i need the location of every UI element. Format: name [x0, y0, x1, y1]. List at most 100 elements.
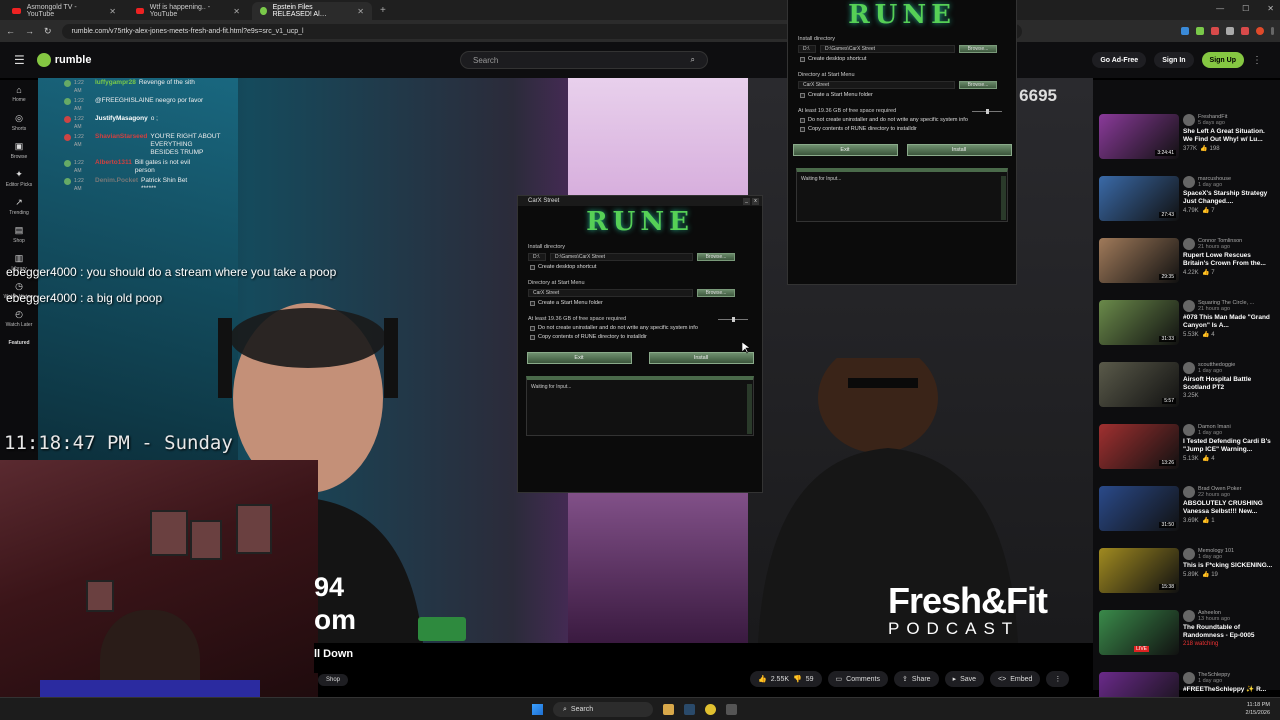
embed-button[interactable]: <> Embed — [990, 671, 1041, 687]
close-tab-icon[interactable]: ✕ — [357, 7, 364, 16]
sidebar-item-trending[interactable]: ↗ Trending — [0, 192, 38, 220]
sidebar-item-shop[interactable]: ▤ Shop — [0, 220, 38, 248]
install-button[interactable]: Install — [648, 352, 754, 364]
avatar[interactable] — [1183, 362, 1195, 374]
video-title[interactable]: The Roundtable of Randomness - Ep-0005 — [1183, 624, 1274, 640]
video-thumbnail[interactable]: 13:26 — [1099, 424, 1179, 469]
video-thumbnail[interactable]: 15:38 — [1099, 548, 1179, 593]
avatar[interactable] — [1183, 238, 1195, 250]
installer-window[interactable]: CarX Street _ x RUNE Install directory D… — [517, 195, 763, 493]
sidebar-item-home[interactable]: ⌂ Home — [0, 80, 38, 108]
install-directory-field[interactable]: D:\Games\CarX Street — [550, 253, 693, 261]
shop-button[interactable]: Shop — [318, 674, 349, 686]
browse-start-menu-button[interactable]: Browse... — [959, 81, 997, 89]
avatar[interactable] — [1183, 114, 1195, 126]
video-thumbnail[interactable]: 29:35 — [1099, 238, 1179, 283]
video-thumbnail[interactable]: 27:43 — [1099, 176, 1179, 221]
comments-button[interactable]: ▭ Comments — [827, 671, 888, 687]
window-titlebar[interactable]: CarX Street _ x — [518, 196, 762, 206]
start-menu-field[interactable]: CarX Street — [528, 289, 693, 297]
recommended-video[interactable]: 15:38 Memology 101 1 day ago This is F*ckin… — [1099, 548, 1274, 608]
menu-icon[interactable] — [1271, 27, 1274, 35]
avatar[interactable] — [1183, 548, 1195, 560]
video-thumbnail[interactable]: 5:57 — [1099, 362, 1179, 407]
browse-install-button[interactable]: Browse... — [697, 253, 735, 261]
video-title[interactable]: Airsoft Hospital Battle Scotland PT2 — [1183, 376, 1274, 392]
install-button[interactable]: Install — [906, 144, 1012, 156]
volume-slider[interactable] — [718, 316, 748, 322]
taskbar-search[interactable]: ⌕ Search — [553, 702, 653, 717]
close-window-icon[interactable]: ✕ — [1267, 4, 1274, 13]
recommended-video[interactable]: 5:57 scoutthedoggie 1 day ago Airsoft Hospi… — [1099, 362, 1274, 422]
back-icon[interactable]: ← — [6, 26, 15, 36]
drive-selector[interactable]: D:\ — [798, 45, 816, 53]
close-tab-icon[interactable]: ✕ — [109, 7, 116, 16]
search-input[interactable]: Search ⌕ — [460, 51, 708, 69]
maximize-icon[interactable]: ☐ — [1242, 4, 1249, 13]
avatar[interactable] — [1183, 486, 1195, 498]
avatar[interactable] — [1183, 176, 1195, 188]
no-uninstaller-checkbox[interactable]: Do not create uninstaller and do not wri… — [518, 325, 762, 331]
like-button[interactable]: 👍 2.55K 👎 59 — [750, 671, 822, 687]
close-tab-icon[interactable]: ✕ — [233, 7, 240, 16]
steam-icon[interactable] — [684, 704, 695, 715]
sidebar-item-editor-picks[interactable]: ✦ Editor Picks — [0, 164, 38, 192]
video-thumbnail[interactable]: 31:50 — [1099, 486, 1179, 531]
video-thumbnail[interactable]: 31:33 — [1099, 300, 1179, 345]
copy-contents-checkbox[interactable]: Copy contents of RUNE directory to insta… — [518, 334, 762, 340]
exit-button[interactable]: Exit — [526, 352, 632, 364]
drive-selector[interactable]: D:\ — [528, 253, 546, 261]
browse-start-menu-button[interactable]: Browse... — [697, 289, 735, 297]
app-icon[interactable] — [726, 704, 737, 715]
recommended-video[interactable]: 31:50 Brad Owen Poker 22 hours ago ABSOLUTE… — [1099, 486, 1274, 546]
forward-icon[interactable]: → — [25, 26, 34, 36]
sidebar-item-shorts[interactable]: ◎ Shorts — [0, 108, 38, 136]
no-uninstaller-checkbox[interactable]: Do not create uninstaller and do not wri… — [788, 117, 1016, 123]
avatar[interactable] — [1183, 424, 1195, 436]
avatar[interactable] — [1183, 300, 1195, 312]
browse-install-button[interactable]: Browse... — [959, 45, 997, 53]
install-directory-field[interactable]: D:\Games\CarX Street — [820, 45, 955, 53]
close-window-icon[interactable]: x — [752, 197, 759, 205]
search-icon[interactable]: ⌕ — [691, 55, 695, 65]
extension-icon[interactable] — [1196, 27, 1204, 35]
sidebar-item-watch-later[interactable]: ◴ Watch Later — [0, 304, 38, 332]
start-menu-folder-checkbox[interactable]: Create a Start Menu folder — [518, 300, 762, 306]
recommended-video[interactable]: LIVE Asheelon 13 hours ago The Roundtable o… — [1099, 610, 1274, 670]
video-title[interactable]: ABSOLUTELY CRUSHING Vanessa Selbst!!! Ne… — [1183, 500, 1274, 516]
start-menu-field[interactable]: CarX Street — [798, 81, 955, 89]
recommended-video[interactable]: 13:26 Damon Imani 1 day ago I Tested Defend… — [1099, 424, 1274, 484]
video-title[interactable]: I Tested Defending Cardi B's "Jump ICE" … — [1183, 438, 1274, 454]
profile-icon[interactable] — [1256, 27, 1264, 35]
reload-icon[interactable]: ↻ — [44, 26, 52, 37]
extension-icon[interactable] — [1241, 27, 1249, 35]
browser-tab-active[interactable]: Epstein Files RELEASED! Al… ✕ — [252, 2, 372, 20]
volume-slider[interactable] — [972, 108, 1002, 114]
avatar[interactable] — [1183, 610, 1195, 622]
video-title[interactable]: This is F*cking SICKENING... — [1183, 562, 1274, 570]
browser-tab[interactable]: Asmongold TV - YouTube ✕ — [4, 2, 124, 20]
more-options-icon[interactable]: ⋮ — [1252, 55, 1262, 66]
sign-in-button[interactable]: Sign In — [1154, 52, 1194, 68]
video-title[interactable]: She Left A Great Situation. We Find Out … — [1183, 128, 1274, 144]
log-scrollbar[interactable] — [1001, 176, 1006, 220]
save-button[interactable]: ▸ Save — [944, 671, 985, 687]
minimize-icon[interactable]: — — [1216, 4, 1224, 13]
video-title[interactable]: #FREETheSchleppy ✨ R... — [1183, 686, 1274, 694]
recommended-video[interactable]: 31:33 Squaring The Circle, ... 21 hours ag… — [1099, 300, 1274, 360]
video-thumbnail[interactable]: 3:24:41 — [1099, 114, 1179, 159]
rumble-logo[interactable]: rumble — [36, 53, 91, 67]
installer-window-duplicate[interactable]: RUNE Install directory D:\ D:\Games\CarX… — [787, 0, 1017, 285]
start-menu-folder-checkbox[interactable]: Create a Start Menu folder — [788, 92, 1016, 98]
go-ad-free-button[interactable]: Go Ad-Free — [1092, 52, 1147, 68]
avatar[interactable] — [1183, 672, 1195, 684]
video-title[interactable]: Rupert Lowe Rescues Britain's Crown From… — [1183, 252, 1274, 268]
log-scrollbar[interactable] — [747, 384, 752, 434]
new-tab-icon[interactable]: + — [380, 5, 386, 16]
exit-button[interactable]: Exit — [792, 144, 898, 156]
recommended-video[interactable]: 27:43 marcushouse 1 day ago SpaceX's Starsh… — [1099, 176, 1274, 236]
video-thumbnail[interactable]: LIVE — [1099, 610, 1179, 655]
extension-icon[interactable] — [1181, 27, 1189, 35]
recommended-video[interactable]: 3:24:41 FreshandFit 5 days ago She Left A G… — [1099, 114, 1274, 174]
desktop-shortcut-checkbox[interactable]: Create desktop shortcut — [518, 264, 762, 270]
